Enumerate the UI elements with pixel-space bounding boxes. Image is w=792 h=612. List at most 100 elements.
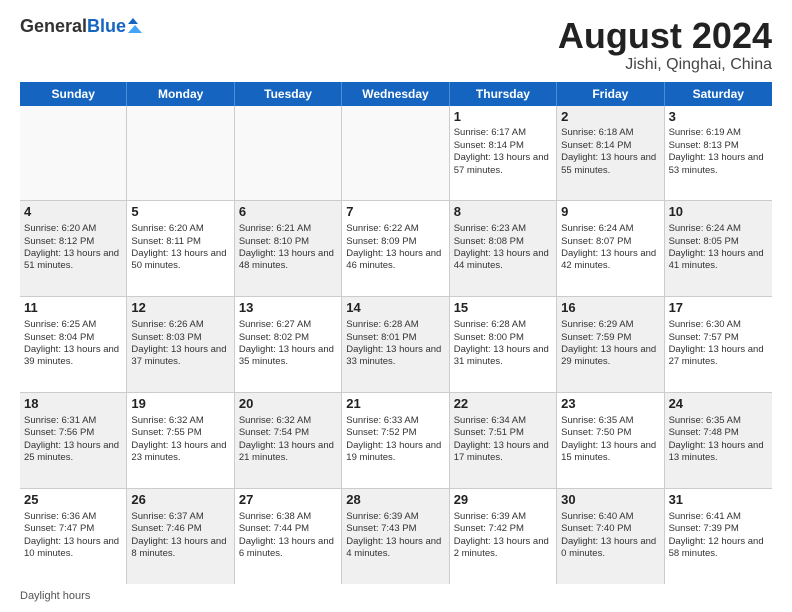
cell-info: Daylight: 13 hours and 8 minutes. bbox=[131, 536, 229, 561]
cell-info: Sunrise: 6:19 AM bbox=[669, 127, 768, 139]
cell-info: Daylight: 13 hours and 53 minutes. bbox=[669, 152, 768, 177]
cell-info: Daylight: 12 hours and 58 minutes. bbox=[669, 536, 768, 561]
cell-info: Daylight: 13 hours and 39 minutes. bbox=[24, 344, 122, 369]
cell-info: Daylight: 13 hours and 19 minutes. bbox=[346, 440, 444, 465]
calendar-cell: 24Sunrise: 6:35 AMSunset: 7:48 PMDayligh… bbox=[665, 393, 772, 488]
calendar-cell: 5Sunrise: 6:20 AMSunset: 8:11 PMDaylight… bbox=[127, 201, 234, 296]
day-number: 6 bbox=[239, 204, 337, 221]
cell-info: Daylight: 13 hours and 33 minutes. bbox=[346, 344, 444, 369]
day-number: 23 bbox=[561, 396, 659, 413]
cell-info: Daylight: 13 hours and 46 minutes. bbox=[346, 248, 444, 273]
cell-info: Sunset: 7:54 PM bbox=[239, 427, 337, 439]
cell-info: Daylight: 13 hours and 44 minutes. bbox=[454, 248, 552, 273]
day-number: 7 bbox=[346, 204, 444, 221]
day-number: 1 bbox=[454, 109, 552, 126]
calendar-body: 1Sunrise: 6:17 AMSunset: 8:14 PMDaylight… bbox=[20, 106, 772, 584]
cell-info: Sunrise: 6:21 AM bbox=[239, 223, 337, 235]
calendar-cell: 11Sunrise: 6:25 AMSunset: 8:04 PMDayligh… bbox=[20, 297, 127, 392]
cell-info: Daylight: 13 hours and 29 minutes. bbox=[561, 344, 659, 369]
day-number: 14 bbox=[346, 300, 444, 317]
cell-info: Daylight: 13 hours and 2 minutes. bbox=[454, 536, 552, 561]
cell-info: Sunset: 8:08 PM bbox=[454, 236, 552, 248]
day-number: 18 bbox=[24, 396, 122, 413]
cell-info: Sunset: 7:43 PM bbox=[346, 523, 444, 535]
calendar-header-wednesday: Wednesday bbox=[342, 82, 449, 106]
calendar-header-monday: Monday bbox=[127, 82, 234, 106]
header: General Blue August 2024 Jishi, Qinghai,… bbox=[20, 16, 772, 74]
calendar-cell: 3Sunrise: 6:19 AMSunset: 8:13 PMDaylight… bbox=[665, 106, 772, 201]
calendar-cell: 17Sunrise: 6:30 AMSunset: 7:57 PMDayligh… bbox=[665, 297, 772, 392]
cell-info: Sunrise: 6:40 AM bbox=[561, 511, 659, 523]
cell-info: Daylight: 13 hours and 48 minutes. bbox=[239, 248, 337, 273]
calendar-cell: 2Sunrise: 6:18 AMSunset: 8:14 PMDaylight… bbox=[557, 106, 664, 201]
cell-info: Sunset: 7:46 PM bbox=[131, 523, 229, 535]
cell-info: Daylight: 13 hours and 25 minutes. bbox=[24, 440, 122, 465]
cell-info: Sunrise: 6:37 AM bbox=[131, 511, 229, 523]
cell-info: Daylight: 13 hours and 21 minutes. bbox=[239, 440, 337, 465]
calendar-row-0: 1Sunrise: 6:17 AMSunset: 8:14 PMDaylight… bbox=[20, 106, 772, 202]
cell-info: Sunrise: 6:32 AM bbox=[239, 415, 337, 427]
cell-info: Daylight: 13 hours and 57 minutes. bbox=[454, 152, 552, 177]
calendar-cell: 16 Sunrise: 6:29 AMSunset: 7:59 PMDayligh… bbox=[557, 297, 664, 392]
day-number: 15 bbox=[454, 300, 552, 317]
cell-info: Sunset: 8:11 PM bbox=[131, 236, 229, 248]
day-number: 26 bbox=[131, 492, 229, 509]
calendar-header-sunday: Sunday bbox=[20, 82, 127, 106]
cell-info: Sunrise: 6:29 AM bbox=[561, 319, 659, 331]
cell-info: Sunrise: 6:28 AM bbox=[346, 319, 444, 331]
logo-bottom-triangle bbox=[128, 25, 142, 33]
calendar-cell bbox=[342, 106, 449, 201]
day-number: 10 bbox=[669, 204, 768, 221]
day-number: 16 bbox=[561, 300, 659, 317]
calendar-cell: 10Sunrise: 6:24 AMSunset: 8:05 PMDayligh… bbox=[665, 201, 772, 296]
calendar-header: SundayMondayTuesdayWednesdayThursdayFrid… bbox=[20, 82, 772, 106]
cell-info: Sunrise: 6:39 AM bbox=[454, 511, 552, 523]
cell-info: Sunset: 7:48 PM bbox=[669, 427, 768, 439]
calendar-cell: 29Sunrise: 6:39 AMSunset: 7:42 PMDayligh… bbox=[450, 489, 557, 584]
cell-info: Sunrise: 6:33 AM bbox=[346, 415, 444, 427]
cell-info: Sunset: 8:10 PM bbox=[239, 236, 337, 248]
cell-info: Sunset: 8:09 PM bbox=[346, 236, 444, 248]
calendar-cell: 4Sunrise: 6:20 AMSunset: 8:12 PMDaylight… bbox=[20, 201, 127, 296]
cell-info: Sunset: 7:57 PM bbox=[669, 332, 768, 344]
cell-info: Sunset: 7:47 PM bbox=[24, 523, 122, 535]
cell-info: Sunrise: 6:30 AM bbox=[669, 319, 768, 331]
day-number: 30 bbox=[561, 492, 659, 509]
calendar-header-friday: Friday bbox=[557, 82, 664, 106]
cell-info: Sunset: 8:13 PM bbox=[669, 140, 768, 152]
cell-info: Sunrise: 6:38 AM bbox=[239, 511, 337, 523]
day-number: 17 bbox=[669, 300, 768, 317]
cell-info: Daylight: 13 hours and 15 minutes. bbox=[561, 440, 659, 465]
cell-info: Sunset: 8:07 PM bbox=[561, 236, 659, 248]
cell-info: Sunrise: 6:22 AM bbox=[346, 223, 444, 235]
cell-info: Sunset: 8:02 PM bbox=[239, 332, 337, 344]
cell-info: Sunrise: 6:28 AM bbox=[454, 319, 552, 331]
day-number: 9 bbox=[561, 204, 659, 221]
cell-info: Daylight: 13 hours and 4 minutes. bbox=[346, 536, 444, 561]
day-number: 12 bbox=[131, 300, 229, 317]
daylight-label: Daylight hours bbox=[20, 590, 90, 602]
cell-info: Sunset: 8:14 PM bbox=[561, 140, 659, 152]
cell-info: Sunrise: 6:24 AM bbox=[561, 223, 659, 235]
calendar-cell: 25Sunrise: 6:36 AMSunset: 7:47 PMDayligh… bbox=[20, 489, 127, 584]
calendar-header-tuesday: Tuesday bbox=[235, 82, 342, 106]
cell-info: Daylight: 13 hours and 42 minutes. bbox=[561, 248, 659, 273]
calendar-cell: 26 Sunrise: 6:37 AMSunset: 7:46 PMDayligh… bbox=[127, 489, 234, 584]
cell-info: Sunrise: 6:20 AM bbox=[131, 223, 229, 235]
calendar-cell: 7 Sunrise: 6:22 AMSunset: 8:09 PMDaylight… bbox=[342, 201, 449, 296]
day-number: 13 bbox=[239, 300, 337, 317]
cell-info: Sunset: 7:52 PM bbox=[346, 427, 444, 439]
footer: Daylight hours bbox=[20, 590, 772, 602]
cell-info: Daylight: 13 hours and 6 minutes. bbox=[239, 536, 337, 561]
cell-info: Sunset: 7:59 PM bbox=[561, 332, 659, 344]
cell-info: Sunrise: 6:35 AM bbox=[669, 415, 768, 427]
day-number: 25 bbox=[24, 492, 122, 509]
calendar-row-2: 11Sunrise: 6:25 AMSunset: 8:04 PMDayligh… bbox=[20, 297, 772, 393]
logo: General Blue bbox=[20, 16, 142, 37]
day-number: 21 bbox=[346, 396, 444, 413]
day-number: 19 bbox=[131, 396, 229, 413]
cell-info: Sunset: 8:05 PM bbox=[669, 236, 768, 248]
logo-blue-text: Blue bbox=[87, 16, 126, 37]
cell-info: Daylight: 13 hours and 37 minutes. bbox=[131, 344, 229, 369]
calendar-cell: 1Sunrise: 6:17 AMSunset: 8:14 PMDaylight… bbox=[450, 106, 557, 201]
